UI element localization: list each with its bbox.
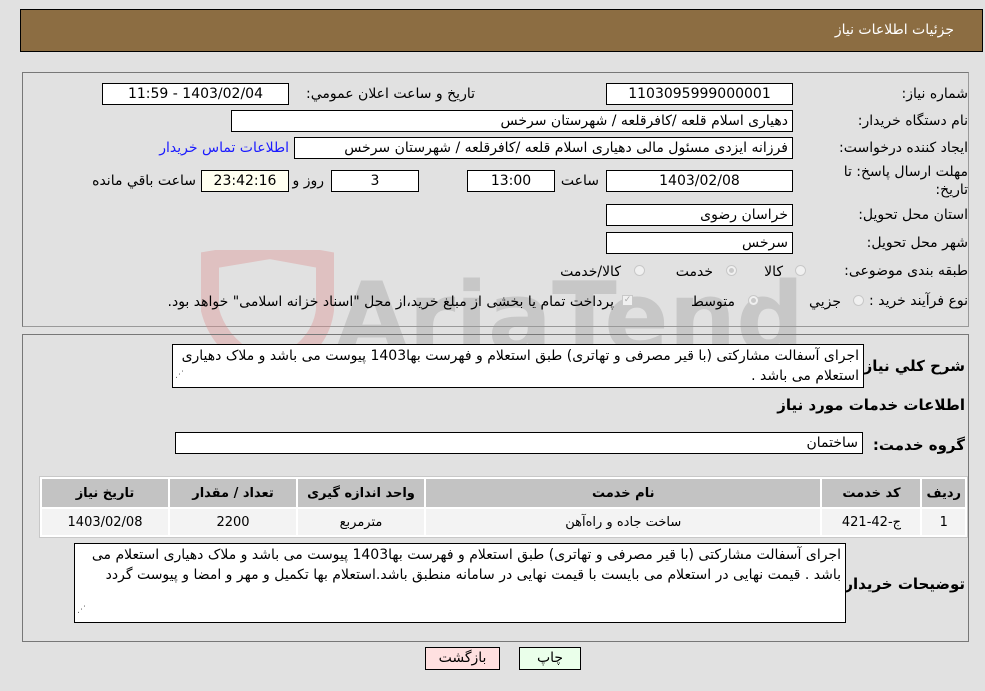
col-header-service-code: کد خدمت	[822, 479, 921, 507]
province-label: استان محل تحویل:	[858, 207, 968, 223]
col-header-row-number: ردیف	[922, 479, 965, 507]
description-label: شرح کلي نیاز:	[857, 357, 965, 375]
col-header-need-date: تاریخ نیاز	[42, 479, 168, 507]
category-option-goods: کالا	[764, 264, 783, 280]
back-button[interactable]: بازگشت	[425, 647, 500, 670]
service-group-field: ساختمان	[175, 432, 863, 454]
remaining-time-label: ساعت باقي مانده	[92, 173, 196, 189]
deadline-label-line2: تاریخ:	[935, 182, 968, 198]
description-textarea[interactable]: اجرای آسفالت مشارکتی (با قیر مصرفی و تها…	[172, 344, 864, 388]
print-button[interactable]: چاپ	[519, 647, 581, 670]
deadline-date-field: 1403/02/08	[606, 170, 793, 192]
treasury-note: پرداخت تمام یا بخشی از مبلغ خرید،از محل …	[167, 294, 614, 310]
category-option-service: خدمت	[675, 264, 713, 280]
category-radio-goods[interactable]	[795, 265, 806, 276]
cell-service-name: ساخت جاده و راه‌آهن	[426, 509, 821, 535]
city-field: سرخس	[606, 232, 793, 254]
category-label: طبقه بندی موضوعی:	[844, 263, 968, 279]
remaining-time-field: 23:42:16	[201, 170, 289, 192]
announce-datetime-label: تاریخ و ساعت اعلان عمومي:	[306, 86, 475, 102]
purchase-type-radio-minor[interactable]	[853, 295, 864, 306]
buyer-org-label: نام دستگاه خریدار:	[857, 113, 968, 129]
deadline-label-line1: مهلت ارسال پاسخ: تا	[843, 164, 968, 180]
purchase-type-radio-medium[interactable]	[748, 295, 759, 306]
purchase-type-label: نوع فرآیند خرید :	[869, 293, 968, 309]
requester-label: ایجاد کننده درخواست:	[839, 140, 968, 156]
services-table: ردیف کد خدمت نام خدمت واحد اندازه گیری ت…	[39, 476, 968, 538]
table-row: 1 ج-42-421 ساخت جاده و راه‌آهن مترمربع 2…	[42, 509, 965, 535]
announce-datetime-field: 1403/02/04 - 11:59	[102, 83, 289, 105]
buyer-org-field: دهیاری اسلام قلعه /کافرقلعه / شهرستان سر…	[231, 110, 793, 132]
resize-grip-icon[interactable]: ⋰	[77, 600, 86, 620]
page-header: جزئیات اطلاعات نیاز	[20, 9, 983, 52]
cell-row-number: 1	[922, 509, 965, 535]
remaining-days-field: 3	[331, 170, 419, 192]
col-header-quantity: تعداد / مقدار	[170, 479, 296, 507]
treasury-checkbox[interactable]: ✓	[622, 295, 633, 306]
requester-field: فرزانه ایزدی مسئول مالی دهیاری اسلام قلع…	[294, 137, 793, 159]
need-number-field: 1103095999000001	[606, 83, 793, 105]
cell-service-code: ج-42-421	[822, 509, 921, 535]
col-header-service-name: نام خدمت	[426, 479, 821, 507]
service-group-label: گروه خدمت:	[872, 436, 965, 454]
deadline-time-field: 13:00	[467, 170, 555, 192]
cell-quantity: 2200	[170, 509, 296, 535]
page-title: جزئیات اطلاعات نیاز	[834, 22, 954, 38]
buyer-notes-text: اجرای آسفالت مشارکتی (با قیر مصرفی و تها…	[91, 547, 841, 583]
purchase-type-option-minor: جزيي	[809, 294, 841, 310]
category-option-goods-service: کالا/خدمت	[560, 264, 621, 280]
buyer-notes-label: توضیحات خریدار:	[838, 575, 965, 593]
days-label: روز و	[292, 173, 325, 189]
buyer-notes-textarea[interactable]: اجرای آسفالت مشارکتی (با قیر مصرفی و تها…	[74, 543, 846, 623]
category-radio-goods-service[interactable]	[634, 265, 645, 276]
cell-unit: مترمربع	[298, 509, 424, 535]
purchase-type-option-medium: متوسط	[691, 294, 735, 310]
buyer-contact-link[interactable]: اطلاعات تماس خریدار	[159, 140, 289, 156]
services-section-title: اطلاعات خدمات مورد نیاز	[777, 396, 965, 414]
table-header-row: ردیف کد خدمت نام خدمت واحد اندازه گیری ت…	[42, 479, 965, 507]
resize-grip-icon[interactable]: ⋰	[175, 365, 184, 385]
description-text: اجرای آسفالت مشارکتی (با قیر مصرفی و تها…	[181, 348, 859, 384]
city-label: شهر محل تحویل:	[866, 235, 968, 251]
cell-need-date: 1403/02/08	[42, 509, 168, 535]
need-number-label: شماره نیاز:	[901, 86, 969, 102]
category-radio-service[interactable]	[726, 265, 737, 276]
province-field: خراسان رضوی	[606, 204, 793, 226]
deadline-time-label: ساعت	[560, 173, 599, 189]
col-header-unit: واحد اندازه گیری	[298, 479, 424, 507]
